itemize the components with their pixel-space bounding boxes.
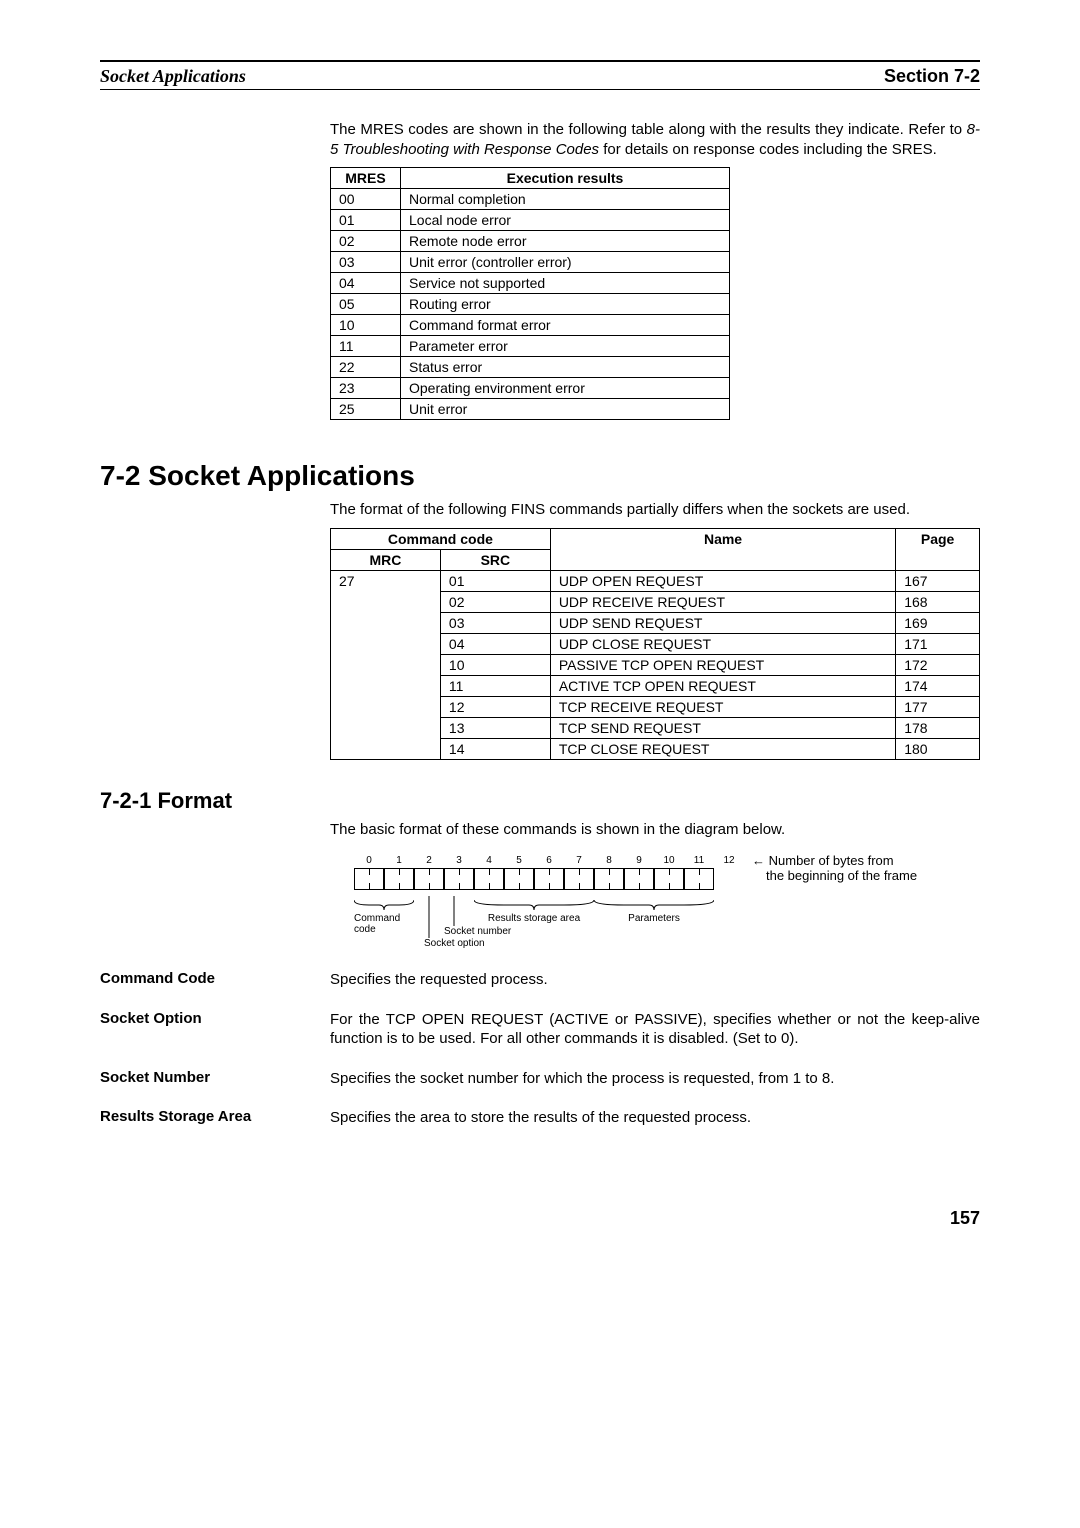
intro-pre: The MRES codes are shown in the followin… [330,121,967,138]
definition-row: Socket Option For the TCP OPEN REQUEST (… [100,1010,980,1049]
parameters-label: Parameters [594,913,714,924]
table-row: 04Service not supported [331,273,730,294]
byte-number-labels: 0 1 2 3 4 5 6 7 8 9 10 11 12 [354,855,744,866]
definition-row: Command Code Specifies the requested pro… [100,970,980,990]
src-header: SRC [440,549,550,570]
page-number: 157 [100,1208,980,1229]
page-header-col: Page [896,528,980,570]
command-code-label: Command code [354,913,414,935]
table-row: 05Routing error [331,294,730,315]
def-body: Specifies the socket number for which th… [330,1069,980,1089]
brace-icon [474,900,594,910]
mrc-header: MRC [331,549,441,570]
format-diagram: 0 1 2 3 4 5 6 7 8 9 10 11 12 [330,855,980,950]
byte-count-note: ← Number of bytes from the beginning of … [752,853,917,883]
def-label: Socket Number [100,1069,310,1089]
mres-table: MRES Execution results 00Normal completi… [330,167,730,420]
def-label: Results Storage Area [100,1108,310,1128]
table-row: 11Parameter error [331,336,730,357]
table-row: 03Unit error (controller error) [331,252,730,273]
section-7-2-1-intro: The basic format of these commands is sh… [330,820,980,840]
table-row: 22Status error [331,357,730,378]
def-body: For the TCP OPEN REQUEST (ACTIVE or PASS… [330,1010,980,1049]
intro-paragraph: The MRES codes are shown in the followin… [330,120,980,159]
table-row: 02Remote node error [331,231,730,252]
command-code-header: Command code [331,528,551,549]
section-7-2-intro: The format of the following FINS command… [330,500,980,520]
mrc-cell: 27 [331,570,441,759]
header-right: Section 7-2 [884,66,980,87]
byte-boxes [354,868,744,890]
diagram-labels: Command code Results storage area Parame… [354,890,744,950]
name-header: Name [550,528,895,570]
execution-header: Execution results [401,168,730,189]
table-row: 25Unit error [331,399,730,420]
table-row: 23Operating environment error [331,378,730,399]
table-row: 01Local node error [331,210,730,231]
intro-post: for details on response codes including … [599,141,937,158]
def-body: Specifies the area to store the results … [330,1108,980,1128]
arrow-icon: ← [752,853,765,868]
section-7-2-1-heading: 7-2-1 Format [100,788,980,814]
definition-row: Results Storage Area Specifies the area … [100,1108,980,1128]
def-body: Specifies the requested process. [330,970,980,990]
table-row: 10Command format error [331,315,730,336]
brace-icon [594,900,714,910]
mres-header: MRES [331,168,401,189]
brace-icon [354,900,414,910]
line-icon [419,896,449,938]
table-header-row: Command code Name Page [331,528,980,549]
table-header-row: MRES Execution results [331,168,730,189]
section-7-2-heading: 7-2 Socket Applications [100,460,980,492]
socket-option-label: Socket option [424,938,524,949]
table-row: 27 01 UDP OPEN REQUEST 167 [331,570,980,591]
header-left: Socket Applications [100,66,246,87]
command-table: Command code Name Page MRC SRC 27 01 UDP… [330,528,980,760]
results-storage-label: Results storage area [474,913,594,924]
page-header: Socket Applications Section 7-2 [100,66,980,90]
def-label: Command Code [100,970,310,990]
table-row: 00Normal completion [331,189,730,210]
definition-row: Socket Number Specifies the socket numbe… [100,1069,980,1089]
socket-number-label: Socket number [444,926,544,937]
def-label: Socket Option [100,1010,310,1049]
